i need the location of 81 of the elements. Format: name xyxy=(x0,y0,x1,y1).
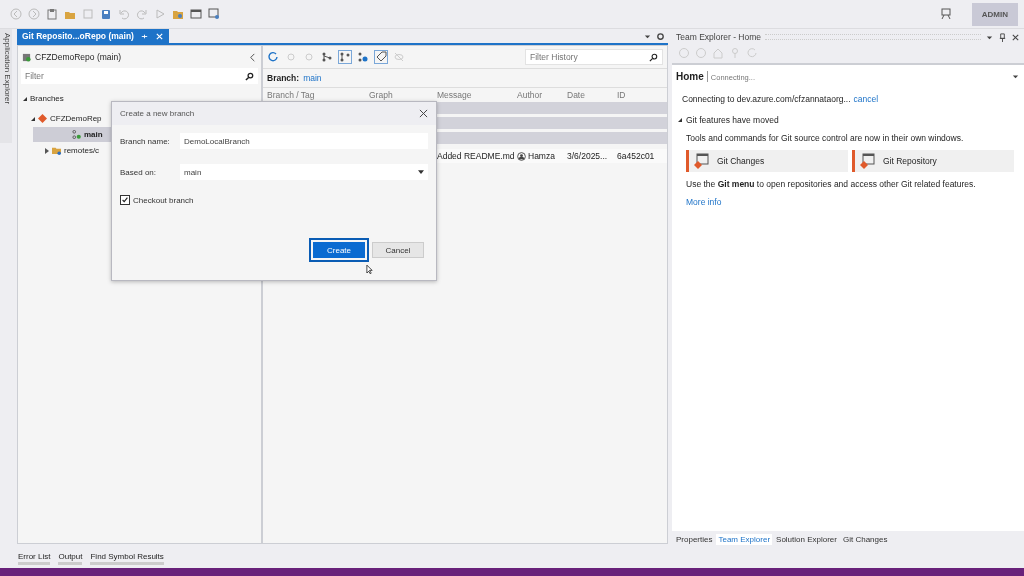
folder-search-icon[interactable] xyxy=(172,8,184,20)
refresh-icon[interactable] xyxy=(267,51,279,63)
section-title[interactable]: Git features have moved xyxy=(686,115,779,125)
column-header[interactable]: Graph xyxy=(369,90,437,100)
close-icon[interactable] xyxy=(1011,32,1020,42)
checkbox[interactable] xyxy=(120,195,130,205)
search-icon xyxy=(245,71,254,81)
panel-tab[interactable]: Properties xyxy=(674,534,715,545)
table-cell-text: Added README.md xyxy=(437,151,516,161)
tree-item[interactable]: main xyxy=(84,130,103,139)
repository-icon xyxy=(22,52,31,62)
save-all-icon[interactable] xyxy=(100,8,112,20)
panel-title: Team Explorer - Home xyxy=(676,32,762,42)
bottom-panel-tab[interactable]: Error List xyxy=(18,551,51,565)
collapse-icon[interactable] xyxy=(248,52,257,62)
panel-tab[interactable]: Git Changes xyxy=(840,534,890,545)
window-settings-icon[interactable] xyxy=(208,8,220,20)
remote-branches-icon[interactable] xyxy=(357,51,369,63)
description-text: Tools and commands for Git source control are now in their own windows. xyxy=(685,132,965,145)
column-header[interactable]: Date xyxy=(567,90,617,100)
window-icon[interactable] xyxy=(190,8,202,20)
tag-icon[interactable] xyxy=(375,51,387,63)
expander-icon[interactable] xyxy=(23,96,27,101)
tree-item[interactable]: CFZDemoRep xyxy=(50,114,102,123)
table-cell-text: 6a452c01 xyxy=(617,151,656,161)
note-text: Use the Git menu to open repositories and access other Git related features. xyxy=(685,178,977,191)
avatar-icon xyxy=(517,151,526,161)
dialog-title: Create a new branch xyxy=(120,109,195,118)
search-icon xyxy=(649,52,658,62)
bottom-panel-tab[interactable]: Output xyxy=(58,551,83,565)
column-header[interactable]: Message xyxy=(437,90,517,100)
connecting-text: Connecting to dev.azure.com/cfzannataorg... xyxy=(682,94,851,104)
side-strip-tab[interactable]: Application Explorer xyxy=(0,29,12,143)
git-window-icon xyxy=(859,153,875,169)
cursor-icon xyxy=(366,264,373,275)
close-icon[interactable] xyxy=(419,109,428,118)
branch-name-field[interactable]: DemoLocalBranch xyxy=(180,133,428,149)
local-branches-icon[interactable] xyxy=(339,51,351,63)
document-tab[interactable]: Git Reposito...oRepo (main) xyxy=(17,29,169,43)
expander-icon[interactable] xyxy=(31,116,35,121)
feedback-icon[interactable] xyxy=(939,8,952,20)
bottom-panel-tab[interactable]: Find Symbol Results xyxy=(90,551,164,565)
page-heading: Home xyxy=(676,71,708,82)
create-button[interactable]: Create xyxy=(309,238,369,262)
pin-icon[interactable] xyxy=(998,32,1007,42)
table-cell-text: 3/6/2025... xyxy=(567,151,609,161)
close-icon[interactable] xyxy=(154,31,164,41)
checkbox-label: Checkout branch xyxy=(133,195,194,205)
expander-icon[interactable] xyxy=(678,118,682,122)
field-label: Branch name: xyxy=(120,136,171,146)
branch-icon[interactable] xyxy=(321,51,333,63)
git-tile[interactable]: Git Repository xyxy=(852,150,1014,172)
dropdown-icon xyxy=(418,170,424,174)
column-header[interactable]: ID xyxy=(617,90,667,100)
git-window-icon xyxy=(693,153,709,169)
column-header[interactable]: Branch / Tag xyxy=(267,90,369,100)
new-project-icon[interactable] xyxy=(46,8,58,20)
branch-icon xyxy=(72,130,81,139)
folder-icon xyxy=(52,146,61,155)
filter-history-box[interactable]: Filter History xyxy=(525,49,663,65)
cancel-link[interactable]: cancel xyxy=(853,94,879,104)
filter-field[interactable]: Filter xyxy=(25,70,245,82)
panel-tab[interactable]: Team Explorer xyxy=(716,534,773,545)
more-info-link[interactable]: More info xyxy=(676,194,1020,210)
cancel-button[interactable]: Cancel xyxy=(372,242,424,258)
branches-section[interactable]: Branches xyxy=(30,94,64,103)
settings-icon[interactable] xyxy=(656,32,665,41)
field-label: Based on: xyxy=(120,167,158,177)
git-diamond-icon xyxy=(38,114,47,123)
account-button[interactable]: ADMIN xyxy=(971,2,1018,26)
git-tile[interactable]: Git Changes xyxy=(686,150,848,172)
branch-name: main xyxy=(303,73,322,83)
based-on-dropdown[interactable]: main xyxy=(180,164,428,180)
table-cell: Hamza xyxy=(528,151,555,161)
column-header[interactable]: Author xyxy=(517,90,567,100)
filter-history-field[interactable]: Filter History xyxy=(530,51,649,63)
panel-tab[interactable]: Solution Explorer xyxy=(774,534,839,545)
repository-title: CFZDemoRepo (main) xyxy=(35,52,122,62)
branch-label: Branch: xyxy=(267,73,300,83)
filter-box[interactable]: Filter xyxy=(21,68,258,84)
tree-item[interactable]: remotes/c xyxy=(64,146,100,155)
